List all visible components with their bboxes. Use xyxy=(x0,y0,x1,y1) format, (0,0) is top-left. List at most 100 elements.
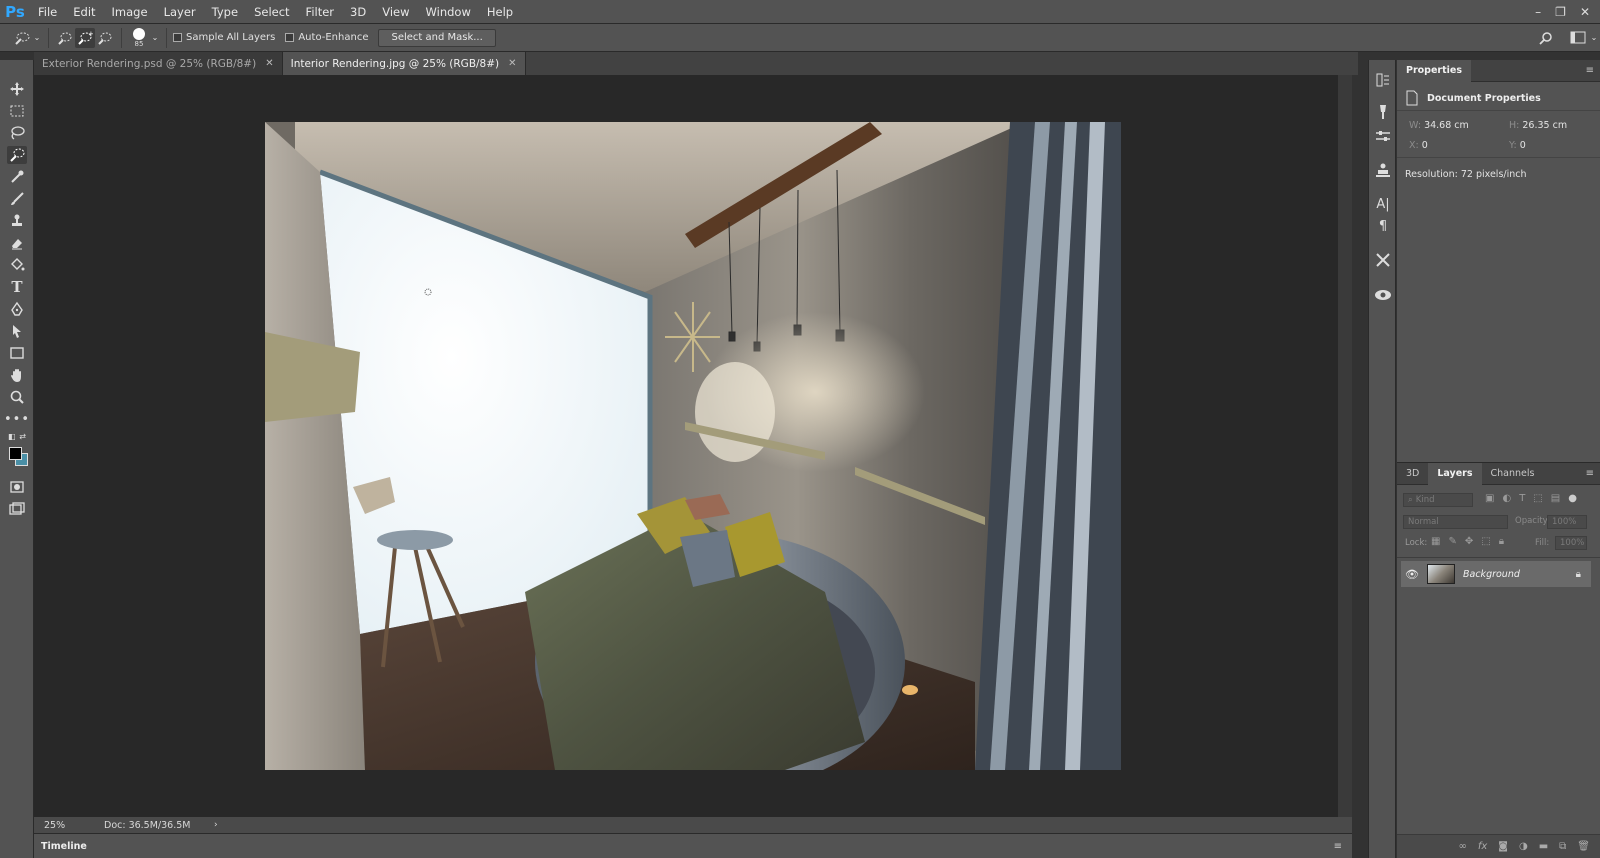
lock-position-icon[interactable]: ✥ xyxy=(1465,536,1473,547)
brush-size-picker[interactable]: 85 xyxy=(128,27,150,48)
adjustment-filter-icon[interactable]: ◐ xyxy=(1502,493,1511,504)
restore-button[interactable]: ❐ xyxy=(1555,5,1566,19)
layer-kind-filter[interactable]: ⌕ Kind xyxy=(1403,493,1473,507)
minimize-button[interactable]: – xyxy=(1535,5,1541,19)
menu-help[interactable]: Help xyxy=(479,0,521,24)
color-swatches[interactable] xyxy=(7,444,28,468)
character-icon[interactable]: A| xyxy=(1373,194,1393,214)
width-field[interactable]: W: 34.68 cm xyxy=(1409,120,1469,131)
checkbox-box[interactable] xyxy=(173,33,182,42)
menu-type[interactable]: Type xyxy=(204,0,246,24)
timeline-tab[interactable]: Timeline xyxy=(34,841,87,852)
tab-layers[interactable]: Layers xyxy=(1428,462,1482,485)
menu-filter[interactable]: Filter xyxy=(298,0,342,24)
sample-all-layers-checkbox[interactable]: Sample All Layers xyxy=(173,32,275,43)
rectangular-marquee-icon[interactable] xyxy=(7,102,27,120)
zoom-tool-icon[interactable] xyxy=(7,388,27,406)
shape-filter-icon[interactable]: ⬚ xyxy=(1533,493,1542,504)
height-field[interactable]: H: 26.35 cm xyxy=(1509,120,1567,131)
y-field[interactable]: Y: 0 xyxy=(1509,140,1526,151)
paint-bucket-icon[interactable] xyxy=(7,256,27,274)
layer-name[interactable]: Background xyxy=(1463,569,1520,580)
menu-edit[interactable]: Edit xyxy=(65,0,103,24)
tab-3d[interactable]: 3D xyxy=(1397,463,1428,485)
eye-icon[interactable]: 👁︎ xyxy=(1401,568,1423,581)
vertical-scrollbar[interactable] xyxy=(1338,75,1352,817)
hand-tool-icon[interactable] xyxy=(7,366,27,384)
close-icon[interactable]: ✕ xyxy=(265,58,273,69)
menu-layer[interactable]: Layer xyxy=(156,0,204,24)
lock-artboard-icon[interactable]: ⬚ xyxy=(1481,536,1490,547)
checkbox-box[interactable] xyxy=(285,33,295,42)
opacity-input[interactable]: 100% xyxy=(1547,515,1587,529)
new-group-icon[interactable]: ▬ xyxy=(1539,841,1548,852)
screen-mode-icon[interactable] xyxy=(7,500,27,518)
menu-select[interactable]: Select xyxy=(246,0,297,24)
eyedropper-icon[interactable] xyxy=(7,168,27,186)
adjustment-layer-icon[interactable]: ◑ xyxy=(1519,841,1528,852)
trash-icon[interactable]: 🗑︎ xyxy=(1577,841,1590,852)
auto-enhance-checkbox[interactable]: Auto-Enhance xyxy=(285,32,368,43)
rectangle-tool-icon[interactable] xyxy=(7,344,27,362)
tab-properties[interactable]: Properties xyxy=(1397,59,1471,82)
more-tools-icon[interactable]: ••• xyxy=(4,410,29,428)
add-mask-icon[interactable]: ◙ xyxy=(1498,841,1508,852)
menu-image[interactable]: Image xyxy=(104,0,156,24)
clone-source-icon[interactable] xyxy=(1373,160,1393,180)
lasso-icon[interactable] xyxy=(7,124,27,142)
type-tool-icon[interactable]: T xyxy=(7,278,27,296)
document-image[interactable] xyxy=(265,122,1121,770)
pen-tool-icon[interactable] xyxy=(7,300,27,318)
filter-toggle-icon[interactable]: ● xyxy=(1568,493,1577,504)
move-tool-icon[interactable] xyxy=(7,80,27,98)
new-layer-icon[interactable]: ⧉ xyxy=(1559,841,1566,852)
chevron-down-icon[interactable]: ⌄ xyxy=(32,28,42,48)
eraser-icon[interactable] xyxy=(7,234,27,252)
close-button[interactable]: ✕ xyxy=(1580,5,1590,19)
menu-window[interactable]: Window xyxy=(418,0,479,24)
new-selection-icon[interactable] xyxy=(55,28,75,48)
tool-presets-icon[interactable] xyxy=(1373,250,1393,270)
tab-channels[interactable]: Channels xyxy=(1482,463,1544,485)
swap-colors-icon[interactable]: ⇄ xyxy=(19,432,26,441)
zoom-level[interactable]: 25% xyxy=(34,820,104,831)
menu-view[interactable]: View xyxy=(374,0,417,24)
menu-3d[interactable]: 3D xyxy=(342,0,374,24)
brush-settings-icon[interactable] xyxy=(1373,102,1393,122)
panel-menu-icon[interactable]: ≡ xyxy=(1586,468,1594,479)
adjustments-icon[interactable] xyxy=(1373,126,1393,146)
tab-exterior-rendering[interactable]: Exterior Rendering.psd @ 25% (RGB/8#) ✕ xyxy=(34,52,283,75)
tab-interior-rendering[interactable]: Interior Rendering.jpg @ 25% (RGB/8#) ✕ xyxy=(282,52,526,75)
quick-selection-icon[interactable] xyxy=(7,146,27,164)
path-selection-icon[interactable] xyxy=(7,322,27,340)
lock-all-icon[interactable]: 🔒︎ xyxy=(1499,536,1504,547)
x-field[interactable]: X: 0 xyxy=(1409,140,1428,151)
panel-menu-icon[interactable]: ≡ xyxy=(1334,841,1342,852)
clone-stamp-icon[interactable] xyxy=(7,212,27,230)
panel-menu-icon[interactable]: ≡ xyxy=(1586,65,1594,76)
type-filter-icon[interactable]: T xyxy=(1519,493,1525,504)
foreground-color-swatch[interactable] xyxy=(9,447,22,460)
subtract-from-selection-icon[interactable] xyxy=(95,28,115,48)
quick-selection-preset-icon[interactable] xyxy=(12,28,32,48)
fill-input[interactable]: 100% xyxy=(1555,536,1587,550)
lock-pixels-icon[interactable]: ✎ xyxy=(1448,536,1456,547)
add-to-selection-icon[interactable]: + xyxy=(75,27,95,48)
chevron-down-icon[interactable]: ⌄ xyxy=(1588,28,1600,48)
libraries-icon[interactable] xyxy=(1373,284,1393,304)
workspace-icon[interactable] xyxy=(1568,28,1588,48)
select-and-mask-button[interactable]: Select and Mask... xyxy=(378,28,496,47)
smart-object-filter-icon[interactable]: ▤ xyxy=(1551,493,1560,504)
status-menu-icon[interactable]: › xyxy=(214,820,218,830)
layer-row-background[interactable]: 👁︎ Background 🔒︎ xyxy=(1401,561,1591,587)
quick-mask-icon[interactable] xyxy=(7,478,27,496)
history-icon[interactable] xyxy=(1373,70,1393,90)
close-icon[interactable]: ✕ xyxy=(508,58,516,69)
brush-icon[interactable] xyxy=(7,190,27,208)
fx-icon[interactable]: fx xyxy=(1478,841,1487,852)
paragraph-icon[interactable]: ¶ xyxy=(1373,216,1393,236)
search-icon[interactable] xyxy=(1536,28,1556,48)
chevron-down-icon[interactable]: ⌄ xyxy=(150,28,160,48)
menu-file[interactable]: File xyxy=(30,0,65,24)
lock-transparency-icon[interactable]: ▦ xyxy=(1431,536,1440,547)
